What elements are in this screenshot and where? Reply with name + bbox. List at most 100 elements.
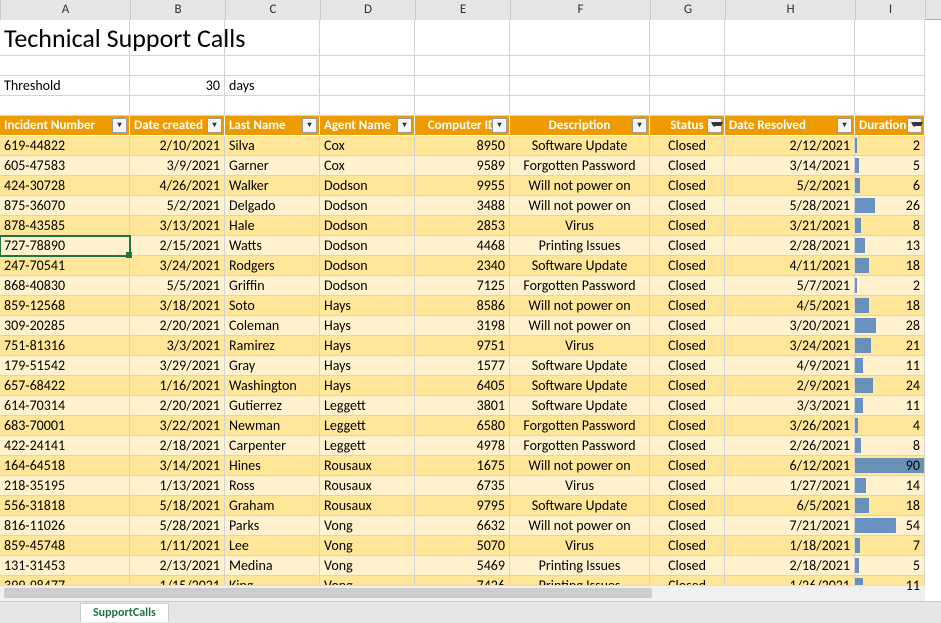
cell[interactable]: 3/14/2021 [725,156,855,176]
cell[interactable]: Graham [225,496,320,516]
cell[interactable]: 878-43585 [0,216,130,236]
cell[interactable]: Vong [320,516,415,536]
cell[interactable]: 7/21/2021 [725,516,855,536]
cell[interactable]: 5/28/2021 [725,196,855,216]
cell[interactable]: 8 [855,216,925,236]
cell[interactable]: Delgado [225,196,320,216]
cell[interactable]: Lee [225,536,320,556]
cell[interactable]: Software Update [510,136,650,156]
cell[interactable]: 4 [855,416,925,436]
table-header-date-created[interactable]: Date created▾ [130,116,225,136]
cell[interactable]: Dodson [320,276,415,296]
cell[interactable]: Hines [225,456,320,476]
filter-dropdown-icon[interactable]: ▾ [907,118,922,133]
column-header-H[interactable]: H [726,0,856,20]
cell[interactable] [130,56,225,76]
cell[interactable]: 2/13/2021 [130,556,225,576]
cell[interactable]: 247-70541 [0,256,130,276]
cell[interactable]: Ross [225,476,320,496]
cell[interactable]: Virus [510,476,650,496]
cell[interactable]: Closed [650,436,725,456]
cell[interactable]: 5 [855,156,925,176]
cell[interactable]: 5469 [415,556,510,576]
filter-dropdown-icon[interactable]: ▾ [397,118,412,133]
cell[interactable]: Closed [650,236,725,256]
cell[interactable]: 9751 [415,336,510,356]
cell[interactable]: 8 [855,436,925,456]
cell[interactable] [415,56,510,76]
cell[interactable] [855,56,925,76]
cell[interactable]: Washington [225,376,320,396]
cell[interactable]: 4/5/2021 [725,296,855,316]
cell[interactable]: Dodson [320,176,415,196]
cell[interactable] [855,76,925,96]
cell[interactable] [320,56,415,76]
column-header-C[interactable]: C [226,0,321,20]
cell[interactable]: 90 [855,456,925,476]
cell[interactable]: Closed [650,336,725,356]
horizontal-scrollbar[interactable] [0,585,925,601]
table-header-incident-number[interactable]: Incident Number▾ [0,116,130,136]
cell[interactable]: Will not power on [510,196,650,216]
cell[interactable]: 24 [855,376,925,396]
cell[interactable]: Rousaux [320,496,415,516]
cell[interactable]: Forgotten Password [510,416,650,436]
cell[interactable]: 2/18/2021 [725,556,855,576]
cell[interactable] [130,96,225,116]
table-header-last-name[interactable]: Last Name▾ [225,116,320,136]
cell[interactable]: Newman [225,416,320,436]
cell[interactable]: 1/18/2021 [725,536,855,556]
cell[interactable]: 9795 [415,496,510,516]
cell[interactable]: Soto [225,296,320,316]
cell[interactable]: Medina [225,556,320,576]
column-header-I[interactable]: I [856,0,926,20]
cell[interactable]: 868-40830 [0,276,130,296]
filter-dropdown-icon[interactable]: ▾ [302,118,317,133]
cell[interactable]: 7 [855,536,925,556]
cell[interactable]: Parks [225,516,320,536]
cell[interactable]: 3/26/2021 [725,416,855,436]
cell[interactable]: 859-12568 [0,296,130,316]
cell[interactable]: Gutierrez [225,396,320,416]
cell[interactable] [510,76,650,96]
cell[interactable] [320,76,415,96]
cell[interactable]: 11 [855,396,925,416]
cell[interactable]: Software Update [510,256,650,276]
cell[interactable]: 6 [855,176,925,196]
cell[interactable]: 3/13/2021 [130,216,225,236]
cell[interactable]: 8586 [415,296,510,316]
cell[interactable]: 1577 [415,356,510,376]
cell[interactable]: 1/16/2021 [130,376,225,396]
cell[interactable]: 5/28/2021 [130,516,225,536]
cell[interactable] [510,56,650,76]
cell[interactable]: Rousaux [320,456,415,476]
cell[interactable]: 4978 [415,436,510,456]
cell[interactable]: 3/21/2021 [725,216,855,236]
sheet-tab[interactable]: SupportCalls [80,603,169,622]
cell[interactable]: 424-30728 [0,176,130,196]
cell[interactable]: Garner [225,156,320,176]
cell[interactable] [650,56,725,76]
cell[interactable]: Will not power on [510,316,650,336]
table-header-status[interactable]: Status▾ [650,116,725,136]
cell[interactable]: 18 [855,256,925,276]
cell[interactable]: Closed [650,356,725,376]
cell[interactable]: 309-20285 [0,316,130,336]
cell[interactable]: Coleman [225,316,320,336]
cell[interactable]: Closed [650,156,725,176]
cell[interactable]: 2340 [415,256,510,276]
cell[interactable]: 4468 [415,236,510,256]
cell[interactable]: Closed [650,216,725,236]
cell[interactable]: 3/3/2021 [725,396,855,416]
cell[interactable]: 2853 [415,216,510,236]
cell[interactable]: Closed [650,536,725,556]
cell[interactable]: 2/9/2021 [725,376,855,396]
cell[interactable]: 8950 [415,136,510,156]
cell[interactable]: 6632 [415,516,510,536]
cell[interactable]: 875-36070 [0,196,130,216]
cell[interactable]: 2/28/2021 [725,236,855,256]
cell[interactable]: 4/9/2021 [725,356,855,376]
cell[interactable]: 2/18/2021 [130,436,225,456]
cell[interactable]: Will not power on [510,296,650,316]
cell[interactable]: 3/29/2021 [130,356,225,376]
